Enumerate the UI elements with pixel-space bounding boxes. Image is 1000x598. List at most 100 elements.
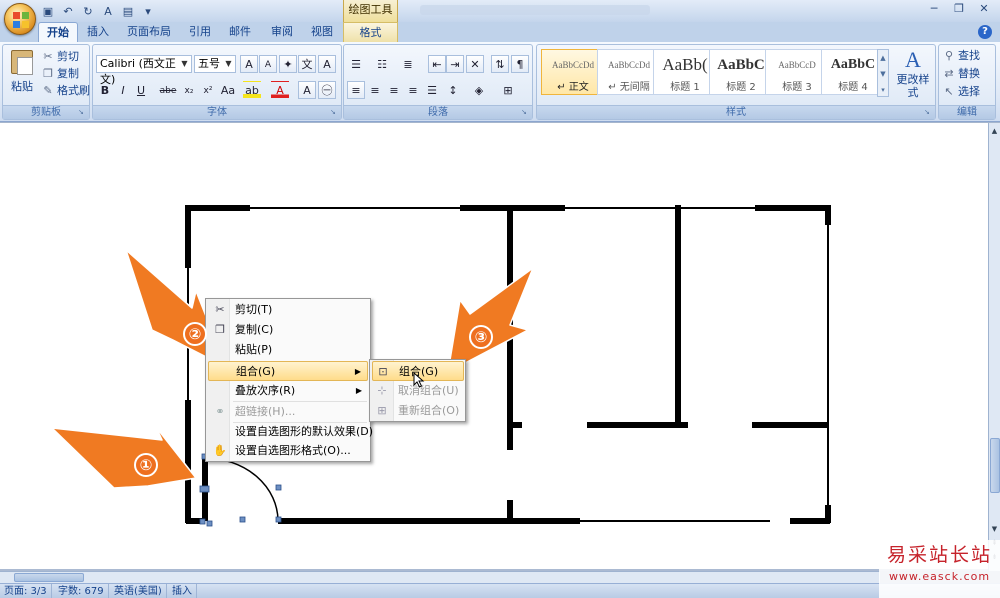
font-size-combo[interactable]: 五号 ▼ [194, 55, 236, 73]
justify-icon[interactable]: ≡ [404, 81, 422, 99]
status-word-count[interactable]: 字数: 679 [54, 584, 109, 598]
font-color-button[interactable]: A [271, 81, 289, 99]
bullets-icon[interactable]: ☰ [347, 55, 365, 73]
menu-item-format-shape[interactable]: ✋ 设置自选图形格式(O)... [208, 441, 368, 461]
style-heading-3[interactable]: AaBbCcD 标题 3 [765, 49, 829, 95]
replace-button[interactable]: ⇄ 替换 [942, 66, 980, 82]
cut-button[interactable]: ✂ 剪切 [41, 49, 79, 65]
style-normal[interactable]: AaBbCcDd ↵ 正文 [541, 49, 605, 95]
styles-gallery-scroll[interactable]: ▲ ▼ ▾ [877, 49, 889, 97]
document-page[interactable] [0, 123, 988, 569]
bold-button[interactable]: B [96, 81, 114, 99]
font-name-combo[interactable]: Calibri (西文正文) ▼ [96, 55, 192, 86]
align-center-icon[interactable]: ≡ [366, 81, 384, 99]
scroll-thumb[interactable] [990, 438, 1000, 493]
tab-references[interactable]: 引用 [186, 22, 214, 42]
cut-label: 剪切 [57, 50, 79, 63]
align-right-icon[interactable]: ≡ [385, 81, 403, 99]
copy-button[interactable]: ❐ 复制 [41, 66, 79, 82]
select-button[interactable]: ↖ 选择 [942, 84, 980, 100]
multilevel-list-icon[interactable]: ≣ [399, 55, 417, 73]
grow-font-button[interactable]: A [240, 55, 258, 73]
scroll-down-icon[interactable]: ▼ [989, 523, 1000, 535]
highlight-button[interactable]: ab [243, 81, 261, 99]
superscript-button[interactable]: x² [199, 81, 217, 99]
save-icon[interactable]: ▣ [40, 4, 56, 19]
new-doc-icon[interactable]: ▤ [120, 4, 136, 19]
numbering-icon[interactable]: ☷ [373, 55, 391, 73]
show-marks-icon[interactable]: ¶ [511, 55, 529, 73]
change-case-button[interactable]: Aa [219, 81, 237, 99]
char-shading-icon[interactable]: A [298, 81, 316, 99]
minimize-icon[interactable]: ─ [922, 1, 946, 18]
redo-icon[interactable]: ↻ [80, 4, 96, 19]
shrink-font-button[interactable]: A [259, 55, 277, 73]
char-border-button[interactable]: A [318, 55, 336, 73]
office-button[interactable] [4, 3, 36, 35]
style-heading-1[interactable]: AaBb( 标题 1 [653, 49, 717, 95]
tab-insert[interactable]: 插入 [84, 22, 112, 42]
underline-button[interactable]: U [132, 81, 150, 99]
find-label: 查找 [958, 49, 980, 62]
menu-item-cut[interactable]: ✂ 剪切(T) [208, 300, 368, 320]
font-launcher-icon[interactable]: ↘ [330, 108, 339, 117]
horizontal-scrollbar[interactable] [0, 571, 880, 583]
find-button[interactable]: ⚲ 查找 [942, 48, 980, 64]
tab-review[interactable]: 审阅 [268, 22, 296, 42]
change-styles-button[interactable]: A 更改样式 [892, 47, 934, 103]
sort-icon[interactable]: ⇅ [491, 55, 509, 73]
paste-button[interactable]: 粘贴 [7, 48, 37, 100]
format-painter-button[interactable]: ✎ 格式刷 [41, 83, 90, 99]
enclose-char-icon[interactable]: ㊀ [318, 81, 336, 99]
tab-page-layout[interactable]: 页面布局 [124, 22, 174, 42]
binoculars-icon: ⚲ [944, 49, 954, 62]
tab-view[interactable]: 视图 [308, 22, 336, 42]
menu-item-default-effect[interactable]: 设置自选图形的默认效果(D) [208, 422, 373, 442]
style-heading-2[interactable]: AaBbC 标题 2 [709, 49, 773, 95]
hscroll-thumb[interactable] [14, 573, 84, 582]
increase-indent-icon[interactable]: ⇥ [446, 55, 464, 73]
menu-item-label: 复制(C) [235, 323, 274, 336]
tab-mailings[interactable]: 邮件 [226, 22, 254, 42]
status-page[interactable]: 页面: 3/3 [0, 584, 52, 598]
menu-item-copy[interactable]: ❐ 复制(C) [208, 320, 368, 340]
distribute-icon[interactable]: ☰ [423, 81, 441, 99]
styles-launcher-icon[interactable]: ↘ [924, 108, 933, 117]
chevron-down-icon: ▼ [181, 59, 188, 68]
phonetic-guide-icon[interactable]: 文 [298, 55, 316, 73]
menu-item-paste[interactable]: 粘贴(P) [208, 340, 368, 360]
shading-icon[interactable]: ◈ [470, 81, 488, 99]
help-icon[interactable]: ? [978, 25, 992, 39]
italic-button[interactable]: I [114, 81, 132, 99]
line-spacing-icon[interactable]: ↕ [444, 81, 462, 99]
tab-home[interactable]: 开始 [38, 22, 78, 42]
decrease-indent-icon[interactable]: ⇤ [428, 55, 446, 73]
status-language[interactable]: 英语(美国) [110, 584, 167, 598]
style-heading-4[interactable]: AaBbC 标题 4 [821, 49, 885, 95]
strikethrough-button[interactable]: abe [157, 81, 179, 99]
menu-item-order[interactable]: 叠放次序(R) ▶ [208, 381, 368, 401]
tab-format[interactable]: 格式 [343, 22, 398, 42]
subscript-button[interactable]: x₂ [180, 81, 198, 99]
clear-format-icon[interactable]: ✦ [279, 55, 297, 73]
scroll-up-icon[interactable]: ▲ [989, 125, 1000, 137]
clipboard-launcher-icon[interactable]: ↘ [78, 108, 87, 117]
style-no-spacing[interactable]: AaBbCcDd ↵ 无间隔 [597, 49, 661, 95]
undo-icon[interactable]: ↶ [60, 4, 76, 19]
borders-icon[interactable]: ⊞ [499, 81, 517, 99]
close-icon[interactable]: ✕ [972, 1, 996, 18]
chinese-layout-icon[interactable]: ✕ [466, 55, 484, 73]
menu-item-group[interactable]: 组合(G) ▶ [208, 361, 368, 381]
submenu-item-regroup[interactable]: ⊞ 重新组合(O) [372, 401, 464, 421]
maximize-icon[interactable]: ❐ [947, 1, 971, 18]
vertical-scrollbar[interactable]: ▲ ▼ ⇞ ⇟ [988, 123, 1000, 571]
group-icon: ⊡ [378, 365, 388, 378]
paste-label: 粘贴 [11, 80, 33, 93]
paragraph-launcher-icon[interactable]: ↘ [521, 108, 530, 117]
status-insert-mode[interactable]: 插入 [168, 584, 197, 598]
highlight-label: ab [245, 84, 259, 97]
menu-item-hyperlink[interactable]: ⚭ 超链接(H)... [208, 402, 368, 422]
spelling-icon[interactable]: A [100, 4, 116, 19]
qat-customize-icon[interactable]: ▾ [140, 4, 156, 19]
align-left-icon[interactable]: ≡ [347, 81, 365, 99]
